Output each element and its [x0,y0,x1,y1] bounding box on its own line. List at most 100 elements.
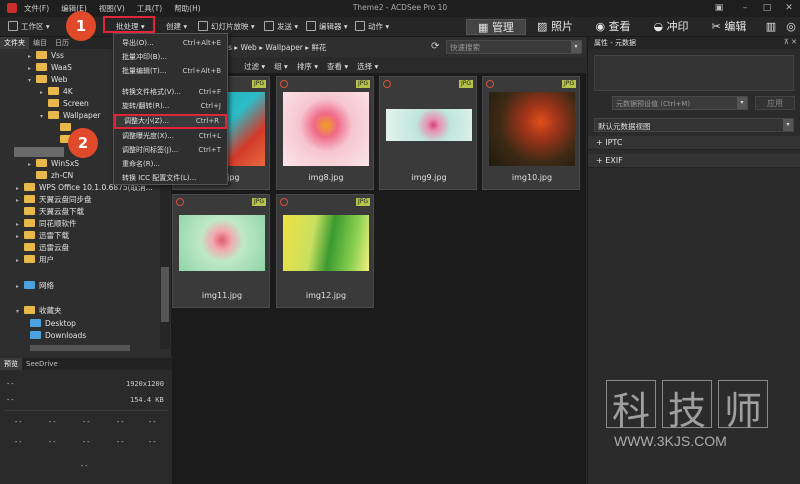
breadcrumb-flowers[interactable]: 鲜花 [311,43,326,52]
tab-preview[interactable]: 预览 [0,358,22,370]
tab-seedrive[interactable]: SeeDrive [22,358,62,370]
tree-arrow: ▸ [16,283,20,290]
thumbnail-img8[interactable]: JPG img8.jpg [276,76,374,190]
menu-help[interactable]: 帮助(H) [174,3,201,14]
slideshow-button[interactable]: 幻灯片放映 ▾ [198,20,255,34]
close-icon[interactable]: ✕ [782,2,796,14]
apply-button[interactable]: 应用 [755,96,795,110]
thumbnail-img12[interactable]: JPG img12.jpg [276,194,374,308]
tree-item-vss[interactable]: ▸ Vss [28,50,64,62]
tree-item-tianyi-sync[interactable]: ▸ 天翼云盘同步盘 [16,194,92,206]
tree-selected-row[interactable] [14,147,64,157]
tree-item-network[interactable]: ▸ 网络 [16,280,54,292]
menu-item-convert-format[interactable]: 转换文件格式(V)... Ctrl+F [114,86,227,98]
action-button[interactable]: 动作 ▾ [355,20,389,34]
tab-folders[interactable]: 文件夹 [0,37,29,49]
mode-photos[interactable]: ▨ 照片 [530,19,580,35]
mode-manage[interactable]: ▦ 管理 [466,19,526,35]
editor-button[interactable]: 编辑器 ▾ [306,20,348,34]
menu-item-export[interactable]: 导出(O)... Ctrl+Alt+E [114,37,227,49]
tree-item-waas[interactable]: ▸ WaaS [28,62,72,74]
search-input[interactable]: 快速搜索 ▾ [446,40,582,54]
mode-edit[interactable]: ✂ 编辑 [704,19,754,35]
select-button[interactable]: 选择 ▾ [357,61,378,72]
tree-item-zh-cn[interactable]: zh-CN [28,170,73,182]
preview-dash: -- [14,418,23,426]
preview-dash: -- [48,418,57,426]
view-button[interactable]: 查看 ▾ [327,61,348,72]
tree-scroll-thumb[interactable] [161,267,169,322]
preview-dash: -- [148,438,157,446]
menu-item-shortcut: Ctrl+Alt+E [182,39,221,47]
breadcrumb-web[interactable]: Web [240,43,256,52]
mode-develop[interactable]: ◒ 冲印 [646,19,696,35]
dashboard-icon[interactable]: ◎ [782,19,800,35]
menu-item-rename[interactable]: 重命名(R)... [114,158,227,170]
tree-item-web[interactable]: ▾ Web [28,74,67,86]
tab-catalog[interactable]: 编目 [29,37,51,49]
tree-item-screen[interactable]: Screen [40,98,89,110]
menu-item-batch-print[interactable]: 批量冲印(B)... [114,51,227,63]
tree-item-favorites[interactable]: ▾ 收藏夹 [16,305,62,317]
sort-button[interactable]: 排序 ▾ [297,61,318,72]
layout-icon[interactable]: ▣ [712,2,726,14]
section-exif[interactable]: + EXIF [588,154,800,168]
filter-button[interactable]: 过滤 ▾ [244,61,265,72]
tree-hscroll-thumb[interactable] [30,345,130,351]
mode-view[interactable]: ◉ 查看 [588,19,638,35]
create-button[interactable]: 创建 ▾ [166,20,187,34]
tree-label: Screen [63,99,89,108]
tree-item-4k[interactable]: ▸ 4K [40,86,73,98]
menu-item-shortcut: Ctrl+Alt+B [182,67,221,75]
menu-file[interactable]: 文件(F) [24,3,49,14]
tree-item-users[interactable]: ▸ 用户 [16,254,54,266]
menu-item-rotate-flip[interactable]: 旋转/翻转(R)... Ctrl+J [114,100,227,112]
tree-item-winsxs[interactable]: ▸ WinSxS [28,158,79,170]
menu-item-batch-edit[interactable]: 批量编辑(T)... Ctrl+Alt+B [114,65,227,77]
panel-pin-icon[interactable]: ⊼ ✕ [784,38,797,46]
tree-item-wallpaper[interactable]: ▾ Wallpaper [40,110,101,122]
breadcrumb-wallpaper[interactable]: Wallpaper [265,43,303,52]
tree-arrow: ▾ [16,308,20,315]
menu-item-shortcut: Ctrl+R [195,117,219,125]
search-placeholder: 快速搜索 [450,43,480,52]
tree-item-xunlei-download[interactable]: ▸ 迅雷下载 [16,230,69,242]
preview-tabs: 预览 SeeDrive [0,358,172,370]
tab-calendar[interactable]: 日历 [51,37,73,49]
mode-edit-label: 编辑 [724,20,747,33]
menu-view[interactable]: 视图(V) [99,3,125,14]
breadcrumb-prefix[interactable]: s [228,43,232,52]
histogram-icon[interactable]: ▥ [762,19,780,35]
tree-item-desktop[interactable]: Desktop [30,318,76,330]
thumbnail-img10[interactable]: JPG img10.jpg [482,76,580,190]
workspace-button[interactable]: 工作区 ▾ [8,20,50,34]
send-button[interactable]: 发送 ▾ [264,20,298,34]
thumbnail-image [283,215,369,271]
tree-item-downloads[interactable]: Downloads [30,330,86,342]
minimize-icon[interactable]: – [738,2,752,14]
tree-item-tonghuashun[interactable]: ▸ 同花顺软件 [16,218,77,230]
menu-tools[interactable]: 工具(T) [137,3,162,14]
send-label: 发送 [277,22,292,31]
maximize-icon[interactable]: □ [760,2,774,14]
refresh-icon[interactable]: ⟳ [431,41,439,52]
action-label: 动作 [368,22,383,31]
tree-item-xunlei-cloud[interactable]: 迅雷云盘 [16,242,69,254]
tree-item-subfolder[interactable] [60,123,71,131]
thumbnail-image [386,109,472,141]
metadata-preset-select[interactable]: 元数据预设值 (Ctrl+M) ▾ [612,96,748,110]
metadata-box [594,55,794,91]
workspace-label: 工作区 [21,22,44,31]
menu-item-label: 批量冲印(B)... [122,53,167,61]
search-dropdown-icon[interactable]: ▾ [571,41,581,53]
menu-item-resize[interactable]: 调整大小(Z)... Ctrl+R [114,114,227,129]
menu-item-icc-profile[interactable]: 转换 ICC 配置文件(L)... [114,172,227,184]
menu-item-exposure[interactable]: 调整曝光度(X)... Ctrl+L [114,130,227,142]
metadata-view-select[interactable]: 默认元数据视图 ▾ [594,118,794,132]
tree-item-tianyi-download[interactable]: 天翼云盘下载 [16,206,84,218]
thumbnail-img9[interactable]: JPG img9.jpg [379,76,477,190]
section-iptc[interactable]: + IPTC [588,136,800,150]
group-button[interactable]: 组 ▾ [274,61,288,72]
menu-item-timestamp[interactable]: 调整时间标签(J)... Ctrl+T [114,144,227,156]
thumbnail-img11[interactable]: JPG img11.jpg [172,194,270,308]
